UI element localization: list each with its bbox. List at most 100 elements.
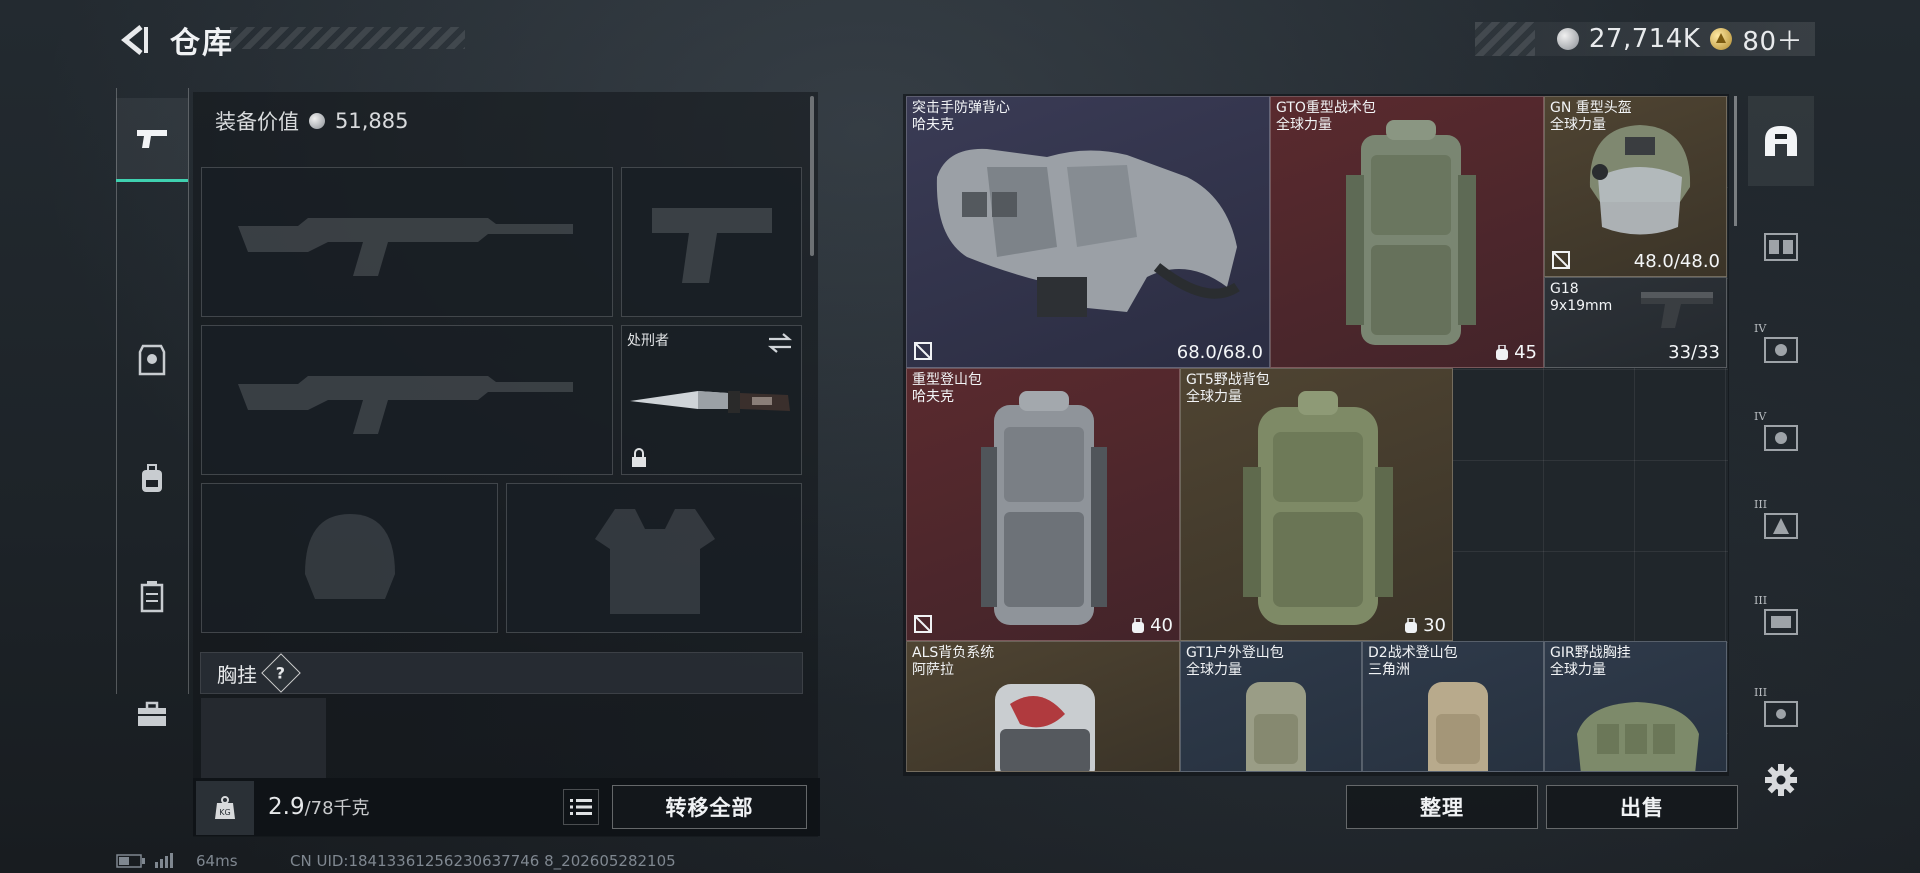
melee-name: 处刑者	[627, 333, 669, 349]
melee-slot[interactable]: 处刑者	[621, 325, 802, 475]
item-name: ALS背负系统 阿萨拉	[912, 645, 995, 678]
backpack-icon	[142, 464, 162, 492]
tier4-armor-icon	[1764, 425, 1798, 451]
stash-item-gt5-backpack[interactable]: GT5野战背包 全球力量 30	[1180, 368, 1453, 641]
item-capacity: 30	[1404, 615, 1446, 636]
gold-currency-value[interactable]: 80＋	[1742, 21, 1803, 58]
settings-icon	[1765, 764, 1797, 796]
user-uid: CN UID:18413361256230637746 8_2026052821…	[290, 852, 676, 870]
page-title: 仓库	[170, 26, 234, 61]
equipment-value: 装备价值 51,885	[215, 106, 408, 136]
tier-label: III	[1754, 498, 1768, 511]
settings-button[interactable]	[1748, 744, 1814, 816]
helmet-image	[1589, 125, 1691, 235]
primary-weapon-slot-1[interactable]	[201, 167, 613, 317]
stash-item-helmet[interactable]: GN 重型头盔 全球力量 48.0/48.0	[1544, 96, 1727, 277]
back-button[interactable]	[112, 18, 156, 62]
stash-item-gto-backpack[interactable]: GTO重型战术包 全球力量 45	[1270, 96, 1544, 368]
chest-rig-slot[interactable]	[201, 698, 326, 778]
tab-backpack[interactable]	[116, 436, 188, 520]
battery-icon	[116, 854, 145, 868]
stash-tab-3[interactable]: IV	[1748, 304, 1814, 394]
loadout-scrollbar[interactable]	[810, 96, 814, 256]
tier3-armor-icon	[1764, 701, 1798, 727]
stash-tab-2[interactable]	[1748, 200, 1814, 290]
briefcase-icon	[138, 701, 166, 726]
signal-icon	[155, 853, 173, 868]
back-arrow-icon	[121, 25, 148, 55]
title-decoration	[230, 27, 465, 49]
weight-max: /78千克	[304, 798, 370, 819]
chest-rig-header: 胸挂 ?	[200, 652, 803, 694]
silver-currency-value: 27,714K	[1588, 24, 1701, 54]
stash-item-als[interactable]: ALS背负系统 阿萨拉	[906, 641, 1180, 772]
pistol-icon	[137, 129, 167, 148]
durability-icon	[1552, 251, 1570, 269]
helmet-category-icon	[1765, 126, 1797, 156]
item-ammo: 33/33	[1668, 342, 1720, 363]
sell-button[interactable]: 出售	[1546, 785, 1738, 829]
durability-icon	[914, 615, 932, 633]
stash-category-tabs: IV IV III III III	[1748, 96, 1814, 796]
helmet-slot[interactable]	[201, 483, 498, 633]
weight-current: 2.9	[268, 794, 305, 820]
backpack-capacity-icon	[1496, 344, 1509, 360]
backpack-capacity-icon	[1405, 617, 1418, 633]
swap-icon	[767, 333, 793, 353]
tab-weapons[interactable]	[116, 98, 188, 182]
stash-item-g18[interactable]: G18 9x19mm 33/33	[1544, 277, 1727, 368]
svg-text:KG: KG	[219, 808, 230, 817]
vest-silhouette-icon	[595, 509, 715, 614]
stash-tab-6[interactable]: III	[1748, 576, 1814, 666]
gold-coin-icon	[1710, 28, 1733, 50]
pistol-image	[1641, 292, 1713, 328]
stash-item-gt1[interactable]: GT1户外登山包 全球力量	[1180, 641, 1362, 772]
list-view-button[interactable]	[563, 789, 599, 825]
stash-item-vest[interactable]: 突击手防弹背心 哈夫克 68.0/68.0	[906, 96, 1270, 368]
stash-tab-all[interactable]	[1748, 96, 1814, 186]
stash-item-gir[interactable]: GIR野战胸挂 全球力量	[1544, 641, 1727, 772]
tab-chest-rig[interactable]	[116, 554, 188, 638]
ping-value: 64ms	[196, 852, 238, 870]
item-name: 突击手防弹背心 哈夫克	[912, 100, 1010, 133]
rifle-silhouette-icon	[238, 218, 573, 276]
backpack-image	[1428, 682, 1488, 771]
chest-rig-icon	[140, 581, 164, 613]
top-bar: 仓库 27,714K 80＋	[0, 0, 1920, 80]
weight-icon: KG	[196, 781, 254, 835]
backpack-image	[981, 391, 1107, 625]
tier-label: III	[1754, 686, 1768, 699]
tier-label: III	[1754, 594, 1768, 607]
stash-tab-5[interactable]: III	[1748, 480, 1814, 570]
tier3-armor-icon	[1764, 609, 1798, 635]
transfer-all-button[interactable]: 转移全部	[612, 785, 807, 829]
help-icon[interactable]: ?	[261, 653, 301, 693]
tab-armor[interactable]	[116, 318, 188, 402]
chest-rig-label: 胸挂	[217, 662, 257, 687]
helmet-silhouette-icon	[305, 514, 395, 599]
rifle-silhouette-icon	[238, 376, 573, 434]
primary-weapon-slot-2[interactable]	[201, 325, 613, 475]
knife-icon	[630, 391, 790, 413]
item-durability: 68.0/68.0	[1176, 342, 1263, 363]
tier4-armor-icon	[1764, 337, 1798, 363]
tab-case[interactable]	[116, 672, 188, 756]
currency-display: 27,714K 80＋	[1475, 21, 1815, 58]
stash-scrollbar[interactable]	[1734, 96, 1737, 226]
left-category-tabs	[116, 88, 188, 726]
body-armor-slot[interactable]	[506, 483, 802, 633]
sort-button[interactable]: 整理	[1346, 785, 1538, 829]
chest-rig-image	[1577, 702, 1699, 771]
stash-tab-4[interactable]: IV	[1748, 392, 1814, 482]
body-armor-image	[936, 148, 1240, 317]
weight-display: 2.9/78千克	[268, 794, 370, 820]
stash-item-d2[interactable]: D2战术登山包 三角洲	[1362, 641, 1544, 772]
tier-label: IV	[1754, 410, 1767, 423]
item-capacity: 45	[1495, 342, 1537, 363]
tier-label: IV	[1754, 322, 1767, 335]
durability-icon	[914, 342, 932, 360]
backpack-capacity-icon	[1132, 617, 1145, 633]
item-name: GIR野战胸挂 全球力量	[1550, 645, 1631, 678]
sidearm-slot[interactable]	[621, 167, 802, 317]
stash-item-heavy-backpack[interactable]: 重型登山包 哈夫克 40	[906, 368, 1180, 641]
